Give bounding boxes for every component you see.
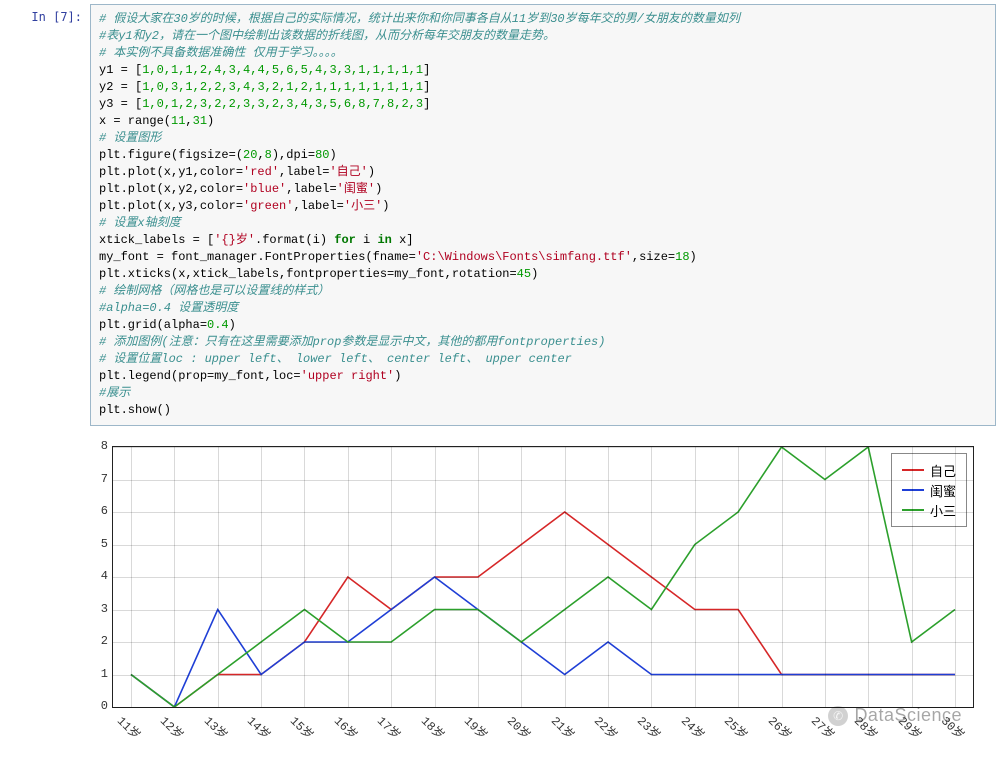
grid-line-v <box>478 447 479 707</box>
legend-entry: 小三 <box>902 500 956 520</box>
grid-line-v <box>565 447 566 707</box>
grid-line-v <box>261 447 262 707</box>
y-tick-label: 0 <box>82 699 108 713</box>
grid-line-h <box>113 447 973 448</box>
x-tick-label: 21岁 <box>529 712 579 762</box>
x-tick-label: 24岁 <box>659 712 709 762</box>
x-tick-label: 20岁 <box>485 712 535 762</box>
legend-swatch <box>902 509 924 511</box>
grid-line-h <box>113 675 973 676</box>
y-tick-label: 8 <box>82 439 108 453</box>
grid-line-v <box>955 447 956 707</box>
legend-label: 闺蜜 <box>930 481 956 500</box>
x-tick-label: 22岁 <box>572 712 622 762</box>
grid-line-v <box>304 447 305 707</box>
grid-line-h <box>113 545 973 546</box>
y-tick-label: 7 <box>82 472 108 486</box>
x-tick-label: 11岁 <box>95 712 145 762</box>
x-tick-label: 19岁 <box>442 712 492 762</box>
x-tick-label: 17岁 <box>355 712 405 762</box>
cell-output: 自己闺蜜小三 ✆ DataScience 01234567811岁12岁13岁1… <box>82 436 996 756</box>
grid-line-v <box>174 447 175 707</box>
code-line: #表y1和y2，请在一个图中绘制出该数据的折线图，从而分析每年交朋友的数量走势。 <box>99 29 555 43</box>
legend-label: 小三 <box>930 501 956 520</box>
legend-entry: 闺蜜 <box>902 480 956 500</box>
code-line: # 本实例不具备数据准确性 仅用于学习。。。。 <box>99 46 343 60</box>
plot-area: 自己闺蜜小三 <box>112 446 974 708</box>
x-tick-label: 25岁 <box>702 712 752 762</box>
grid-line-v <box>131 447 132 707</box>
grid-line-v <box>912 447 913 707</box>
grid-line-v <box>738 447 739 707</box>
grid-line-v <box>218 447 219 707</box>
grid-line-h <box>113 480 973 481</box>
y-tick-label: 1 <box>82 667 108 681</box>
x-tick-label: 26岁 <box>745 712 795 762</box>
x-tick-label: 12岁 <box>138 712 188 762</box>
code-input[interactable]: # 假设大家在30岁的时候，根据自己的实际情况，统计出来你和你同事各自从11岁到… <box>90 4 996 426</box>
legend-label: 自己 <box>930 461 956 480</box>
grid-line-v <box>521 447 522 707</box>
x-tick-label: 16岁 <box>312 712 362 762</box>
y-tick-label: 5 <box>82 537 108 551</box>
grid-line-v <box>695 447 696 707</box>
x-tick-label: 15岁 <box>268 712 318 762</box>
grid-line-v <box>651 447 652 707</box>
code-line: # 假设大家在30岁的时候，根据自己的实际情况，统计出来你和你同事各自从11岁到… <box>99 12 740 26</box>
legend-swatch <box>902 489 924 491</box>
y-tick-label: 4 <box>82 569 108 583</box>
legend-swatch <box>902 469 924 471</box>
x-tick-label: 14岁 <box>225 712 275 762</box>
grid-line-h <box>113 642 973 643</box>
grid-line-h <box>113 512 973 513</box>
grid-line-v <box>435 447 436 707</box>
grid-line-v <box>868 447 869 707</box>
grid-line-v <box>391 447 392 707</box>
grid-line-v <box>348 447 349 707</box>
grid-line-h <box>113 610 973 611</box>
grid-line-v <box>825 447 826 707</box>
grid-line-v <box>782 447 783 707</box>
grid-line-v <box>608 447 609 707</box>
x-tick-label: 13岁 <box>182 712 232 762</box>
line-chart: 自己闺蜜小三 ✆ DataScience 01234567811岁12岁13岁1… <box>82 436 982 756</box>
y-tick-label: 3 <box>82 602 108 616</box>
y-tick-label: 2 <box>82 634 108 648</box>
y-tick-label: 6 <box>82 504 108 518</box>
grid-line-h <box>113 577 973 578</box>
notebook-cell: In [7]: # 假设大家在30岁的时候，根据自己的实际情况，统计出来你和你同… <box>0 0 996 426</box>
x-tick-label: 18岁 <box>398 712 448 762</box>
legend-entry: 自己 <box>902 460 956 480</box>
input-prompt: In [7]: <box>0 4 90 24</box>
x-tick-label: 23岁 <box>615 712 665 762</box>
